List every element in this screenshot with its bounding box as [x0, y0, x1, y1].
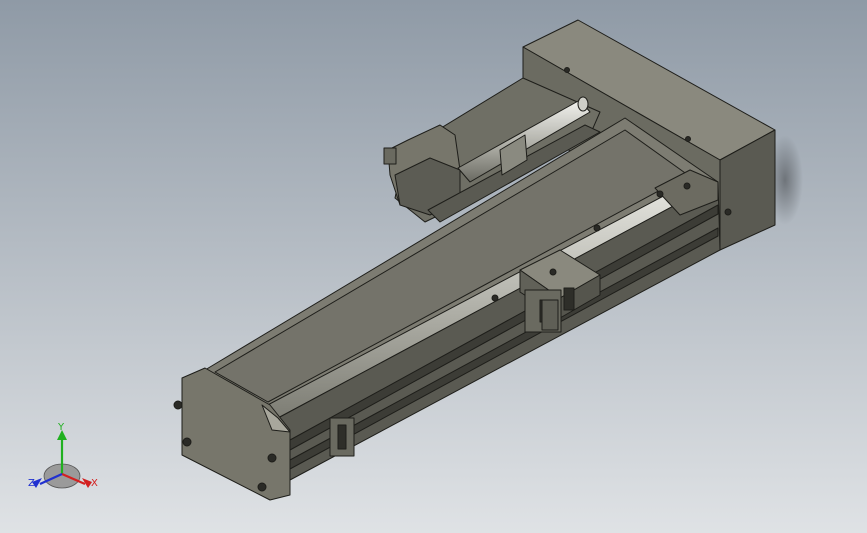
end-plate-hole: [173, 400, 183, 410]
x-axis-label: X: [91, 478, 98, 489]
shaft-end: [577, 96, 589, 112]
y-axis-label: Y: [57, 422, 65, 433]
sensor-slot: [337, 424, 347, 450]
housing-hole: [724, 208, 732, 216]
carriage-hole: [593, 224, 601, 232]
housing-hole: [685, 136, 691, 142]
carriage-hole: [549, 268, 557, 276]
housing-hole: [564, 67, 570, 73]
cad-viewport[interactable]: Y X Z: [0, 0, 867, 533]
carriage-hole: [491, 294, 499, 302]
end-plate-hole: [267, 453, 277, 463]
end-plate-hole: [182, 437, 192, 447]
limit-sensor-rear[interactable]: [541, 299, 559, 331]
carriage-slot: [563, 287, 575, 311]
rear-block-hole: [683, 182, 691, 190]
end-plate-hole: [257, 482, 267, 492]
limit-sensor-front[interactable]: [329, 417, 355, 457]
motor-connector: [383, 147, 397, 165]
sensor-body: [541, 299, 559, 331]
model-canvas[interactable]: Y X Z: [0, 0, 867, 533]
z-axis-label: Z: [28, 478, 35, 489]
rear-block-hole: [656, 190, 664, 198]
